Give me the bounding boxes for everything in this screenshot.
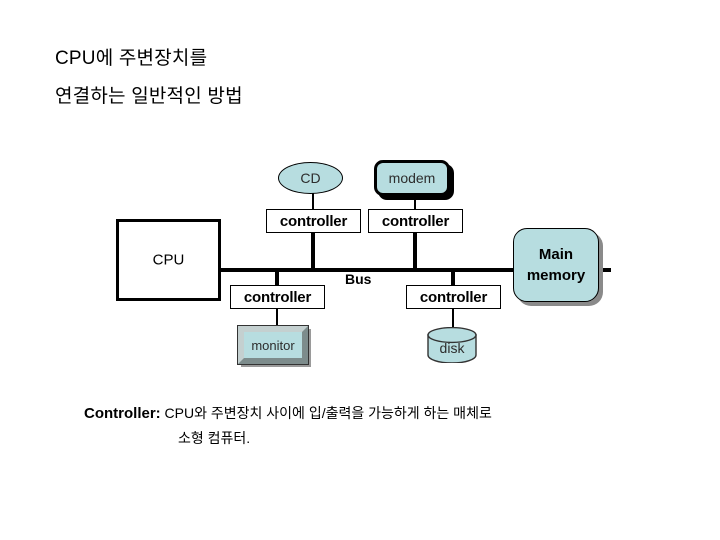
title-line-1: CPU에 주변장치를 [55,48,208,69]
controller-modem[interactable]: controller [368,209,463,233]
caption-line-2: 소형 컴퓨터. [178,430,251,446]
caption-block: Controller: CPU와 주변장치 사이에 입/출력을 가능하게 하는 … [84,401,664,451]
connector-disk-controller [452,309,454,327]
monitor-device[interactable]: monitor [237,325,309,365]
main-memory-box[interactable]: Main memory [513,228,599,302]
slide-title: CPU에 주변장치를 연결하는 일반적인 방법 [55,40,655,116]
connector-monitor-controller [276,309,278,326]
controller-cd[interactable]: controller [266,209,361,233]
disk-label: disk [439,340,465,356]
bus-branch-modem [413,233,417,270]
bus-branch-cd [311,233,315,270]
main-memory-line-1: Main [538,246,574,263]
bus-label: Bus [345,271,372,287]
cpu-label: CPU [152,251,185,269]
controller-monitor[interactable]: controller [230,285,325,309]
controller-disk[interactable]: controller [406,285,501,309]
connector-modem-controller [414,196,416,210]
title-line-2: 연결하는 일반적인 방법 [55,86,243,107]
disk-device[interactable]: disk [427,327,477,363]
cd-device[interactable]: CD [278,162,343,194]
main-memory-line-2: memory [526,267,586,284]
modem-device[interactable]: modem [374,160,450,196]
caption-line-1: CPU와 주변장치 사이에 입/출력을 가능하게 하는 매체로 [160,405,492,421]
caption-term: Controller: [84,405,161,422]
cpu-box[interactable]: CPU [116,219,221,301]
